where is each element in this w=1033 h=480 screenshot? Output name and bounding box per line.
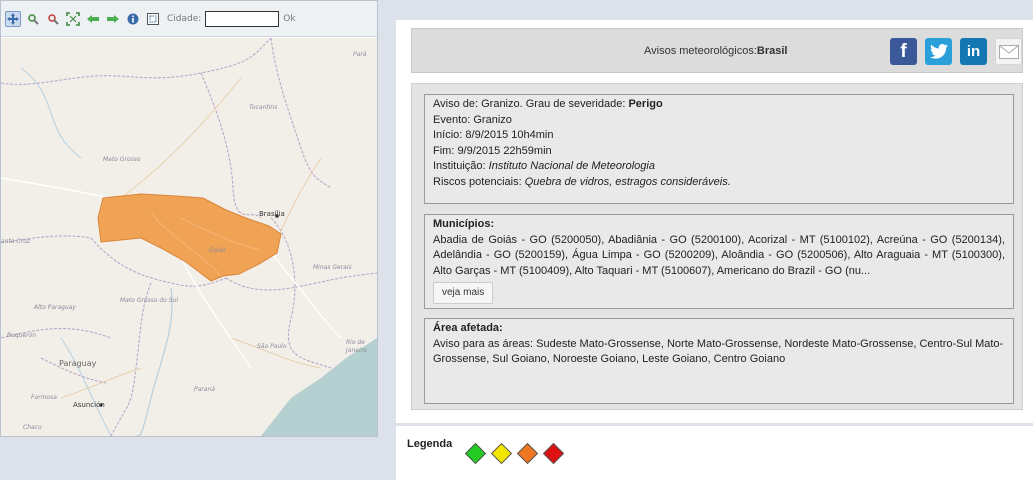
warning-details: Aviso de: Granizo. Grau de severidade: P… [424,94,1014,204]
map-label-rio-de-janeiro: Rio de Janeiro [346,339,367,354]
alert-body: Aviso de: Granizo. Grau de severidade: P… [411,83,1023,410]
municipalities-list: Abadia de Goiás - GO (5200050), Abadiâni… [433,233,1005,277]
legend-title: Legenda [407,438,453,450]
back-arrow-icon[interactable] [85,11,101,27]
map-label-tocantins: Tocantins [249,104,278,111]
linkedin-icon: in [966,43,981,60]
municipalities-title: Municípios: [433,218,495,230]
legend-orange-diamond [516,442,539,465]
map-label-parana: Paraná [194,386,215,393]
title-prefix: Avisos meteorológicos: [644,45,757,57]
warning-institution: Instituição: Instituto Nacional de Meteo… [433,160,655,172]
warning-type: Aviso de: Granizo. Grau de severidade: P… [433,98,663,110]
affected-area-section: Área afetada: Aviso para as áreas: Sudes… [424,318,1014,404]
warning-risks: Riscos potenciais: Quebra de vidros, est… [433,175,731,188]
severity-value: Perigo [628,98,663,110]
alert-panel: Avisos meteorológicos:Brasil f in Aviso … [396,20,1033,423]
map-base [1,38,377,436]
email-share-button[interactable] [995,38,1022,65]
warning-event: Evento: Granizo [433,113,512,126]
alert-header: Avisos meteorológicos:Brasil f in [411,28,1023,73]
facebook-share-button[interactable]: f [890,38,917,65]
map-canvas[interactable]: Pará Tocantins Mato Grosso Brasília anta… [1,38,377,436]
map-label-minas-gerais: Minas Gerais [313,264,352,271]
twitter-share-button[interactable] [925,38,952,65]
info-icon[interactable] [125,11,141,27]
map-panel: Cidade: Ok Pará Tocantins Mato Grosso Br… [0,0,378,437]
map-label-mato-grosso: Mato Grosso [103,156,141,163]
map-label-mato-grosso-do-sul: Mato Grosso do Sul [119,297,179,304]
zoom-in-icon[interactable] [25,11,41,27]
more-button[interactable]: veja mais [433,282,494,304]
ok-button[interactable]: Ok [283,14,295,24]
map-label-brasilia: Brasília [259,210,285,218]
linkedin-share-button[interactable]: in [960,38,987,65]
city-input[interactable] [205,10,280,27]
legend-red-diamond [542,442,565,465]
map-label-asuncion: Asunción [73,401,105,409]
legend-panel: Legenda [396,426,1033,480]
affected-area-title: Área afetada: [433,322,503,334]
legend-yellow-diamond [490,442,513,465]
map-label-boqueron: Boquerón [7,332,37,339]
map-label-goias: Goiás [209,247,226,254]
map-toolbar: Cidade: Ok [1,1,377,37]
zoom-out-icon[interactable] [45,11,61,27]
municipalities-section: Municípios: Abadia de Goiás - GO (520005… [424,214,1014,309]
pan-icon[interactable] [5,10,21,27]
zoom-extent-icon[interactable] [65,11,81,27]
map-label-santa-cruz: anta Cruz [1,238,31,245]
map-label-formosa: Formosa [31,394,57,401]
facebook-icon: f [900,40,907,62]
envelope-icon [998,44,1019,59]
warning-end: Fim: 9/9/2015 22h59min [433,144,552,157]
legend-green-diamond [464,442,487,465]
alert-area-polygon [97,193,282,282]
page-title: Avisos meteorológicos:Brasil [644,45,787,57]
select-area-icon[interactable] [145,11,161,27]
warning-start: Início: 8/9/2015 10h4min [433,129,554,141]
map-label-paraguay: Paraguay [59,359,97,368]
map-label-sao-paulo: São Paulo [257,343,287,350]
title-region: Brasil [756,45,788,57]
forward-arrow-icon[interactable] [105,11,121,27]
twitter-icon [929,44,948,59]
map-label-chaco: Chaco [23,424,42,431]
affected-area-text: Aviso para as áreas: Sudeste Mato-Grosse… [433,337,1004,366]
map-label-alto-paraguay: Alto Paraguay [34,304,76,311]
map-label-para: Pará [353,51,367,58]
city-label: Cidade: [167,13,202,24]
